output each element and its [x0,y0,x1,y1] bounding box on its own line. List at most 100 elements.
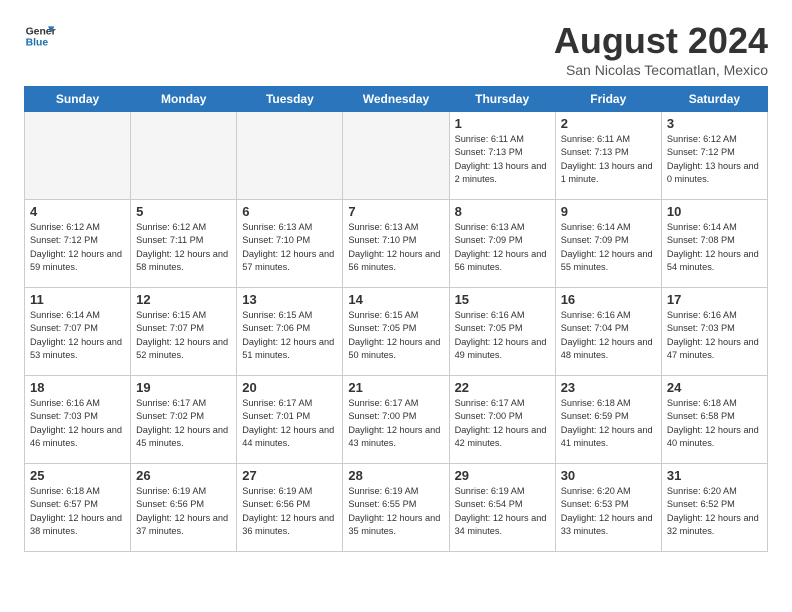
day-cell: 24 Sunrise: 6:18 AMSunset: 6:58 PMDaylig… [661,376,767,464]
day-cell [25,112,131,200]
day-cell: 9 Sunrise: 6:14 AMSunset: 7:09 PMDayligh… [555,200,661,288]
day-info: Sunrise: 6:19 AMSunset: 6:56 PMDaylight:… [242,485,337,538]
day-number: 28 [348,468,443,483]
day-cell: 28 Sunrise: 6:19 AMSunset: 6:55 PMDaylig… [343,464,449,552]
day-number: 5 [136,204,231,219]
day-number: 27 [242,468,337,483]
day-info: Sunrise: 6:19 AMSunset: 6:54 PMDaylight:… [455,485,550,538]
col-header-friday: Friday [555,87,661,112]
day-number: 9 [561,204,656,219]
col-header-sunday: Sunday [25,87,131,112]
day-number: 24 [667,380,762,395]
day-cell: 15 Sunrise: 6:16 AMSunset: 7:05 PMDaylig… [449,288,555,376]
day-info: Sunrise: 6:13 AMSunset: 7:10 PMDaylight:… [348,221,443,274]
col-header-wednesday: Wednesday [343,87,449,112]
day-number: 11 [30,292,125,307]
day-number: 21 [348,380,443,395]
day-cell: 25 Sunrise: 6:18 AMSunset: 6:57 PMDaylig… [25,464,131,552]
day-info: Sunrise: 6:16 AMSunset: 7:03 PMDaylight:… [30,397,125,450]
page-header: General Blue August 2024 San Nicolas Tec… [24,20,768,78]
day-info: Sunrise: 6:19 AMSunset: 6:56 PMDaylight:… [136,485,231,538]
day-number: 23 [561,380,656,395]
col-header-thursday: Thursday [449,87,555,112]
col-header-tuesday: Tuesday [237,87,343,112]
day-number: 15 [455,292,550,307]
day-number: 14 [348,292,443,307]
day-info: Sunrise: 6:17 AMSunset: 7:02 PMDaylight:… [136,397,231,450]
day-cell: 13 Sunrise: 6:15 AMSunset: 7:06 PMDaylig… [237,288,343,376]
day-number: 29 [455,468,550,483]
day-cell: 19 Sunrise: 6:17 AMSunset: 7:02 PMDaylig… [131,376,237,464]
day-number: 4 [30,204,125,219]
day-info: Sunrise: 6:19 AMSunset: 6:55 PMDaylight:… [348,485,443,538]
week-row-3: 11 Sunrise: 6:14 AMSunset: 7:07 PMDaylig… [25,288,768,376]
day-info: Sunrise: 6:20 AMSunset: 6:52 PMDaylight:… [667,485,762,538]
week-row-4: 18 Sunrise: 6:16 AMSunset: 7:03 PMDaylig… [25,376,768,464]
month-title: August 2024 [554,20,768,62]
day-number: 19 [136,380,231,395]
day-number: 1 [455,116,550,131]
day-cell: 27 Sunrise: 6:19 AMSunset: 6:56 PMDaylig… [237,464,343,552]
day-info: Sunrise: 6:16 AMSunset: 7:04 PMDaylight:… [561,309,656,362]
day-cell: 14 Sunrise: 6:15 AMSunset: 7:05 PMDaylig… [343,288,449,376]
day-number: 25 [30,468,125,483]
day-number: 7 [348,204,443,219]
day-number: 26 [136,468,231,483]
day-info: Sunrise: 6:14 AMSunset: 7:09 PMDaylight:… [561,221,656,274]
day-cell: 18 Sunrise: 6:16 AMSunset: 7:03 PMDaylig… [25,376,131,464]
day-cell: 1 Sunrise: 6:11 AMSunset: 7:13 PMDayligh… [449,112,555,200]
day-info: Sunrise: 6:15 AMSunset: 7:07 PMDaylight:… [136,309,231,362]
header-row: SundayMondayTuesdayWednesdayThursdayFrid… [25,87,768,112]
day-cell: 26 Sunrise: 6:19 AMSunset: 6:56 PMDaylig… [131,464,237,552]
day-cell: 2 Sunrise: 6:11 AMSunset: 7:13 PMDayligh… [555,112,661,200]
subtitle: San Nicolas Tecomatlan, Mexico [554,62,768,78]
day-info: Sunrise: 6:12 AMSunset: 7:12 PMDaylight:… [30,221,125,274]
day-number: 12 [136,292,231,307]
day-cell [237,112,343,200]
title-block: August 2024 San Nicolas Tecomatlan, Mexi… [554,20,768,78]
day-info: Sunrise: 6:12 AMSunset: 7:12 PMDaylight:… [667,133,762,186]
week-row-1: 1 Sunrise: 6:11 AMSunset: 7:13 PMDayligh… [25,112,768,200]
day-info: Sunrise: 6:14 AMSunset: 7:08 PMDaylight:… [667,221,762,274]
day-info: Sunrise: 6:18 AMSunset: 6:57 PMDaylight:… [30,485,125,538]
day-cell: 11 Sunrise: 6:14 AMSunset: 7:07 PMDaylig… [25,288,131,376]
day-info: Sunrise: 6:11 AMSunset: 7:13 PMDaylight:… [455,133,550,186]
day-info: Sunrise: 6:17 AMSunset: 7:00 PMDaylight:… [348,397,443,450]
day-info: Sunrise: 6:20 AMSunset: 6:53 PMDaylight:… [561,485,656,538]
day-info: Sunrise: 6:11 AMSunset: 7:13 PMDaylight:… [561,133,656,186]
day-info: Sunrise: 6:16 AMSunset: 7:03 PMDaylight:… [667,309,762,362]
day-cell: 21 Sunrise: 6:17 AMSunset: 7:00 PMDaylig… [343,376,449,464]
col-header-monday: Monday [131,87,237,112]
day-cell: 8 Sunrise: 6:13 AMSunset: 7:09 PMDayligh… [449,200,555,288]
day-number: 20 [242,380,337,395]
day-cell: 3 Sunrise: 6:12 AMSunset: 7:12 PMDayligh… [661,112,767,200]
day-number: 16 [561,292,656,307]
logo: General Blue [24,20,56,52]
day-info: Sunrise: 6:16 AMSunset: 7:05 PMDaylight:… [455,309,550,362]
day-cell: 30 Sunrise: 6:20 AMSunset: 6:53 PMDaylig… [555,464,661,552]
day-cell: 5 Sunrise: 6:12 AMSunset: 7:11 PMDayligh… [131,200,237,288]
day-cell: 23 Sunrise: 6:18 AMSunset: 6:59 PMDaylig… [555,376,661,464]
day-info: Sunrise: 6:12 AMSunset: 7:11 PMDaylight:… [136,221,231,274]
day-number: 3 [667,116,762,131]
day-info: Sunrise: 6:18 AMSunset: 6:59 PMDaylight:… [561,397,656,450]
day-cell: 29 Sunrise: 6:19 AMSunset: 6:54 PMDaylig… [449,464,555,552]
logo-icon: General Blue [24,20,56,52]
svg-text:Blue: Blue [26,38,49,49]
day-cell: 17 Sunrise: 6:16 AMSunset: 7:03 PMDaylig… [661,288,767,376]
day-cell: 10 Sunrise: 6:14 AMSunset: 7:08 PMDaylig… [661,200,767,288]
day-info: Sunrise: 6:17 AMSunset: 7:00 PMDaylight:… [455,397,550,450]
day-cell: 7 Sunrise: 6:13 AMSunset: 7:10 PMDayligh… [343,200,449,288]
week-row-5: 25 Sunrise: 6:18 AMSunset: 6:57 PMDaylig… [25,464,768,552]
day-number: 8 [455,204,550,219]
col-header-saturday: Saturday [661,87,767,112]
day-cell: 16 Sunrise: 6:16 AMSunset: 7:04 PMDaylig… [555,288,661,376]
day-number: 10 [667,204,762,219]
day-number: 31 [667,468,762,483]
day-number: 30 [561,468,656,483]
day-cell: 31 Sunrise: 6:20 AMSunset: 6:52 PMDaylig… [661,464,767,552]
day-cell: 4 Sunrise: 6:12 AMSunset: 7:12 PMDayligh… [25,200,131,288]
week-row-2: 4 Sunrise: 6:12 AMSunset: 7:12 PMDayligh… [25,200,768,288]
day-cell: 12 Sunrise: 6:15 AMSunset: 7:07 PMDaylig… [131,288,237,376]
day-info: Sunrise: 6:15 AMSunset: 7:05 PMDaylight:… [348,309,443,362]
